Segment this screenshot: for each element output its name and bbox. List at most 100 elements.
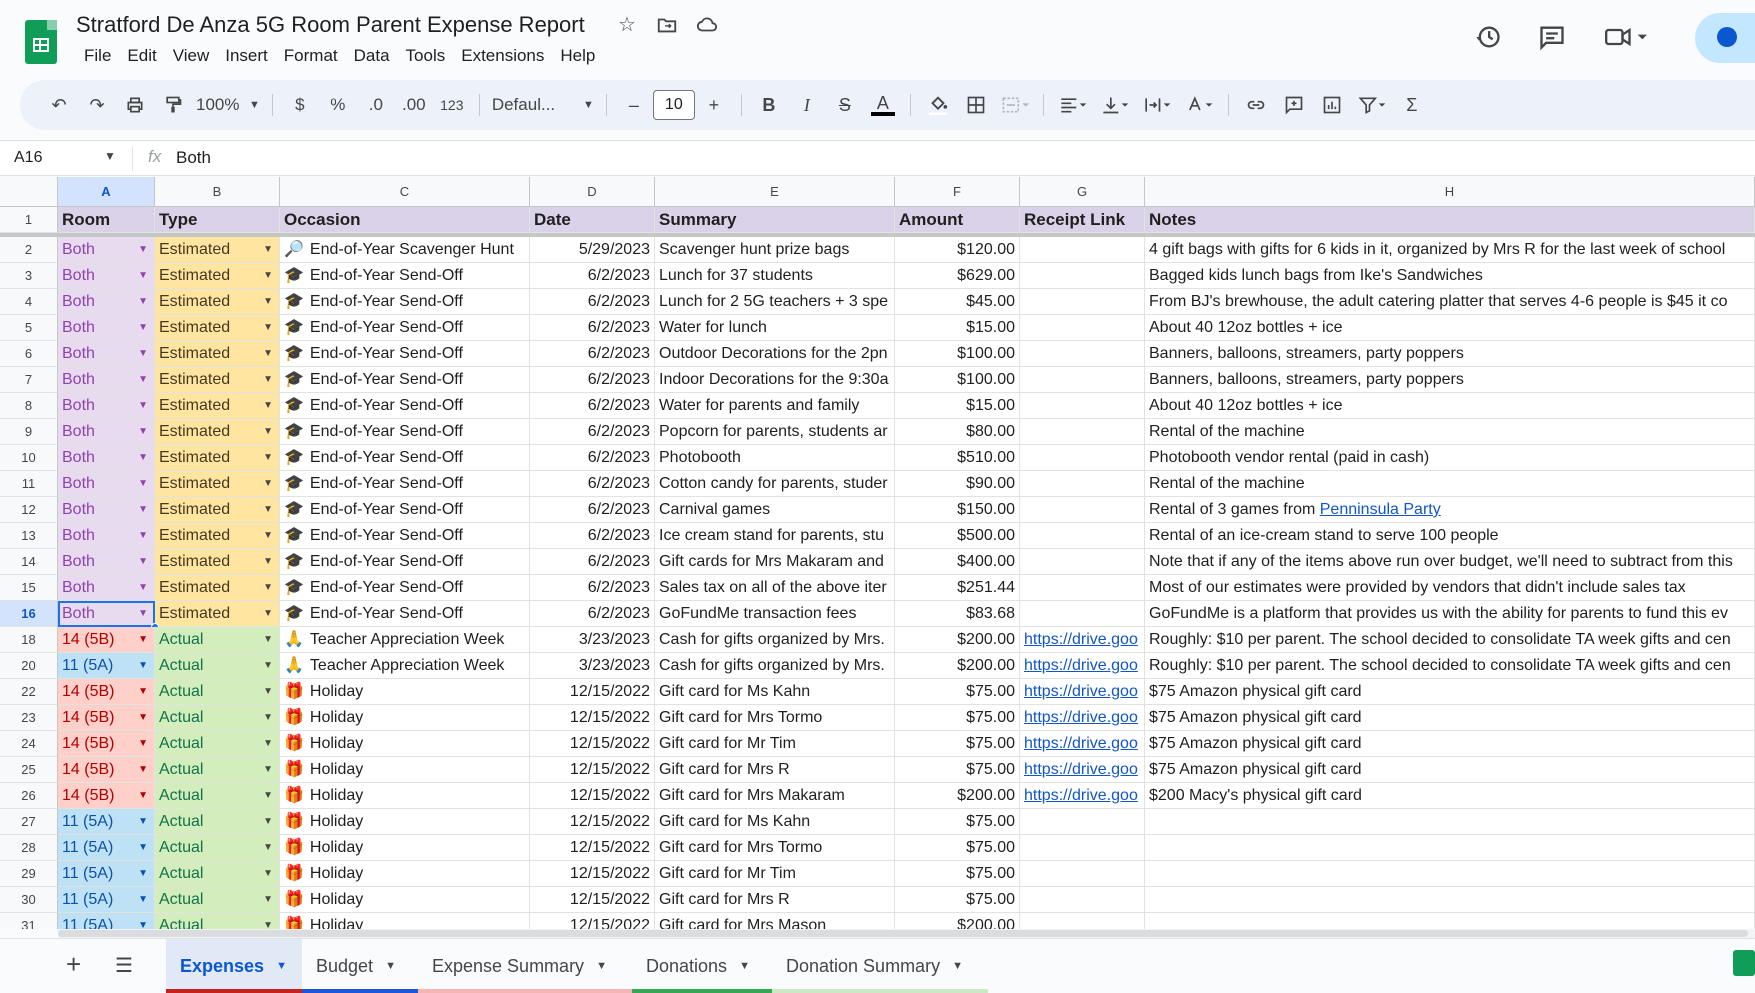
notes-cell[interactable]: Photobooth vendor rental (paid in cash) xyxy=(1145,445,1755,471)
receipt-link-cell[interactable] xyxy=(1020,601,1145,627)
notes-cell[interactable] xyxy=(1145,809,1755,835)
row-header[interactable]: 31 xyxy=(0,913,58,929)
occasion-cell[interactable]: 🎁 Holiday xyxy=(280,861,530,887)
receipt-link-cell[interactable] xyxy=(1020,523,1145,549)
star-icon[interactable]: ☆ xyxy=(616,14,638,36)
comments-icon[interactable] xyxy=(1537,23,1567,53)
zoom-select[interactable]: 100% ▼ xyxy=(192,88,264,122)
date-cell[interactable]: 12/15/2022 xyxy=(530,913,655,929)
receipt-link-cell[interactable]: https://drive.goo xyxy=(1020,731,1145,757)
summary-cell[interactable]: Gift card for Mr Tim xyxy=(655,731,895,757)
dropdown-arrow-icon[interactable]: ▼ xyxy=(263,263,273,288)
date-cell[interactable]: 12/15/2022 xyxy=(530,835,655,861)
row-header[interactable]: 3 xyxy=(0,263,58,289)
room-dropdown-cell[interactable]: 11 (5A) ▼ xyxy=(58,653,155,679)
dropdown-arrow-icon[interactable]: ▼ xyxy=(138,861,148,886)
row-header[interactable]: 11 xyxy=(0,471,58,497)
row-header[interactable]: 14 xyxy=(0,549,58,575)
chevron-down-icon[interactable]: ▼ xyxy=(385,960,396,972)
notes-cell[interactable]: Banners, balloons, streamers, party popp… xyxy=(1145,341,1755,367)
row-header[interactable]: 12 xyxy=(0,497,58,523)
row-header[interactable]: 24 xyxy=(0,731,58,757)
dropdown-arrow-icon[interactable]: ▼ xyxy=(138,809,148,834)
dropdown-arrow-icon[interactable]: ▼ xyxy=(263,731,273,756)
text-rotation-icon[interactable] xyxy=(1178,88,1220,122)
strikethrough-icon[interactable]: S xyxy=(826,88,864,122)
amount-cell[interactable]: $80.00 xyxy=(895,419,1020,445)
amount-cell[interactable]: $75.00 xyxy=(895,705,1020,731)
room-dropdown-cell[interactable]: 14 (5B) ▼ xyxy=(58,757,155,783)
dropdown-arrow-icon[interactable]: ▼ xyxy=(263,393,273,418)
row-header[interactable]: 16 xyxy=(0,601,58,627)
occasion-cell[interactable]: 🎓 End-of-Year Send-Off xyxy=(280,341,530,367)
menu-file[interactable]: File xyxy=(76,44,119,68)
notes-cell[interactable]: Banners, balloons, streamers, party popp… xyxy=(1145,367,1755,393)
date-cell[interactable]: 6/2/2023 xyxy=(530,393,655,419)
dropdown-arrow-icon[interactable]: ▼ xyxy=(263,445,273,470)
summary-cell[interactable]: Indoor Decorations for the 9:30a xyxy=(655,367,895,393)
type-dropdown-cell[interactable]: Actual ▼ xyxy=(155,887,280,913)
date-cell[interactable]: 12/15/2022 xyxy=(530,783,655,809)
font-family-select[interactable]: Defaul... ▼ xyxy=(488,88,598,122)
row-header[interactable]: 1 xyxy=(0,207,58,233)
more-formats-button[interactable]: 123 xyxy=(433,88,471,122)
receipt-link-cell[interactable] xyxy=(1020,315,1145,341)
notes-cell[interactable]: Rental of the machine xyxy=(1145,419,1755,445)
row-header[interactable]: 8 xyxy=(0,393,58,419)
type-dropdown-cell[interactable]: Estimated ▼ xyxy=(155,393,280,419)
dropdown-arrow-icon[interactable]: ▼ xyxy=(138,627,148,652)
receipt-link-cell[interactable]: https://drive.goo xyxy=(1020,705,1145,731)
row-header[interactable]: 29 xyxy=(0,861,58,887)
receipt-link-cell[interactable] xyxy=(1020,289,1145,315)
receipt-link-cell[interactable] xyxy=(1020,237,1145,263)
dropdown-arrow-icon[interactable]: ▼ xyxy=(263,315,273,340)
amount-cell[interactable]: $200.00 xyxy=(895,913,1020,929)
column-header-f[interactable]: F xyxy=(895,177,1020,207)
print-icon[interactable] xyxy=(116,88,154,122)
summary-cell[interactable]: Ice cream stand for parents, stu xyxy=(655,523,895,549)
meet-camera-icon[interactable] xyxy=(1601,23,1651,53)
horizontal-align-icon[interactable] xyxy=(1052,88,1094,122)
horizontal-scrollbar[interactable] xyxy=(58,929,1755,938)
filter-icon[interactable] xyxy=(1351,88,1393,122)
notes-cell[interactable] xyxy=(1145,913,1755,929)
type-dropdown-cell[interactable]: Actual ▼ xyxy=(155,705,280,731)
summary-cell[interactable]: Popcorn for parents, students ar xyxy=(655,419,895,445)
insert-chart-icon[interactable] xyxy=(1313,88,1351,122)
summary-cell[interactable]: Water for lunch xyxy=(655,315,895,341)
amount-cell[interactable]: $75.00 xyxy=(895,887,1020,913)
room-dropdown-cell[interactable]: Both ▼ xyxy=(58,393,155,419)
room-dropdown-cell[interactable]: 11 (5A) ▼ xyxy=(58,809,155,835)
type-dropdown-cell[interactable]: Estimated ▼ xyxy=(155,497,280,523)
insert-link-icon[interactable] xyxy=(1237,88,1275,122)
dropdown-arrow-icon[interactable]: ▼ xyxy=(138,445,148,470)
amount-cell[interactable]: $500.00 xyxy=(895,523,1020,549)
select-all-corner[interactable] xyxy=(0,177,58,207)
summary-cell[interactable]: Gift card for Mrs R xyxy=(655,887,895,913)
type-dropdown-cell[interactable]: Estimated ▼ xyxy=(155,315,280,341)
occasion-cell[interactable]: 🎓 End-of-Year Send-Off xyxy=(280,367,530,393)
room-dropdown-cell[interactable]: 11 (5A) ▼ xyxy=(58,913,155,929)
cloud-saved-icon[interactable] xyxy=(696,14,718,36)
tab-expenses[interactable]: Expenses ▼ xyxy=(166,939,302,993)
dropdown-arrow-icon[interactable]: ▼ xyxy=(263,861,273,886)
date-cell[interactable]: 6/2/2023 xyxy=(530,523,655,549)
chevron-down-icon[interactable]: ▼ xyxy=(739,960,750,972)
room-dropdown-cell[interactable]: Both ▼ xyxy=(58,471,155,497)
room-dropdown-cell[interactable]: 14 (5B) ▼ xyxy=(58,731,155,757)
dropdown-arrow-icon[interactable]: ▼ xyxy=(263,367,273,392)
type-dropdown-cell[interactable]: Actual ▼ xyxy=(155,627,280,653)
room-dropdown-cell[interactable]: Both ▼ xyxy=(58,263,155,289)
amount-cell[interactable]: $200.00 xyxy=(895,783,1020,809)
summary-cell[interactable]: Gift card for Mrs Tormo xyxy=(655,705,895,731)
notes-cell[interactable]: Most of our estimates were provided by v… xyxy=(1145,575,1755,601)
summary-cell[interactable]: Lunch for 2 5G teachers + 3 spe xyxy=(655,289,895,315)
occasion-cell[interactable]: 🎓 End-of-Year Send-Off xyxy=(280,315,530,341)
summary-cell[interactable]: Lunch for 37 students xyxy=(655,263,895,289)
notes-cell[interactable] xyxy=(1145,835,1755,861)
type-dropdown-cell[interactable]: Actual ▼ xyxy=(155,679,280,705)
merge-cells-icon[interactable] xyxy=(995,88,1035,122)
room-dropdown-cell[interactable]: Both ▼ xyxy=(58,445,155,471)
occasion-cell[interactable]: 🎓 End-of-Year Send-Off xyxy=(280,445,530,471)
dropdown-arrow-icon[interactable]: ▼ xyxy=(263,237,273,262)
